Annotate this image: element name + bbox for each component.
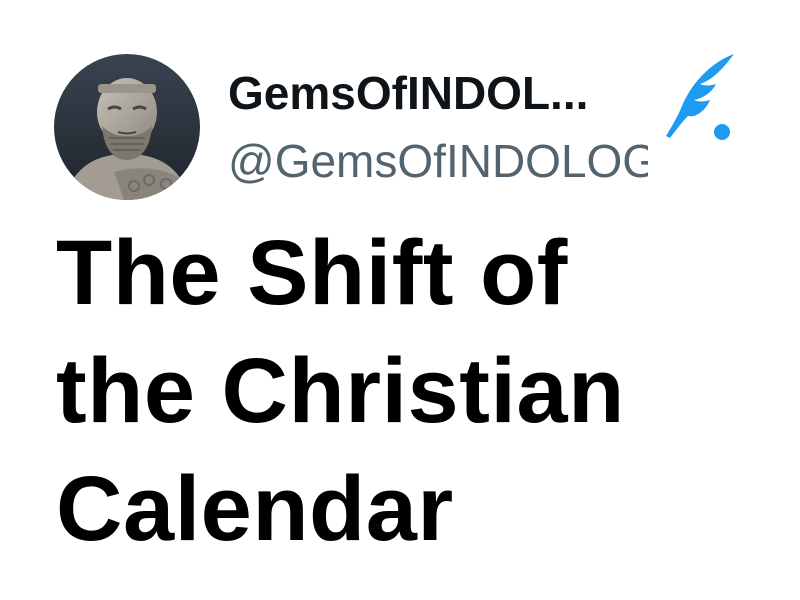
bearded-statue-avatar-icon [54,54,200,200]
title-line: The Shift of [56,222,568,324]
title-line: the Christian [56,340,625,442]
title-line: Calendar [56,458,454,560]
thread-title: The Shift of the Christian Calendar [56,214,776,568]
author-display-name[interactable]: GemsOfINDOL... [228,62,658,124]
thread-header-card: GemsOfINDOL... @GemsOfINDOLOGY The Shift… [0,0,800,600]
author-handle[interactable]: @GemsOfINDOLOGY [228,130,648,192]
avatar[interactable] [54,54,200,200]
feather-quill-icon[interactable] [664,52,740,144]
